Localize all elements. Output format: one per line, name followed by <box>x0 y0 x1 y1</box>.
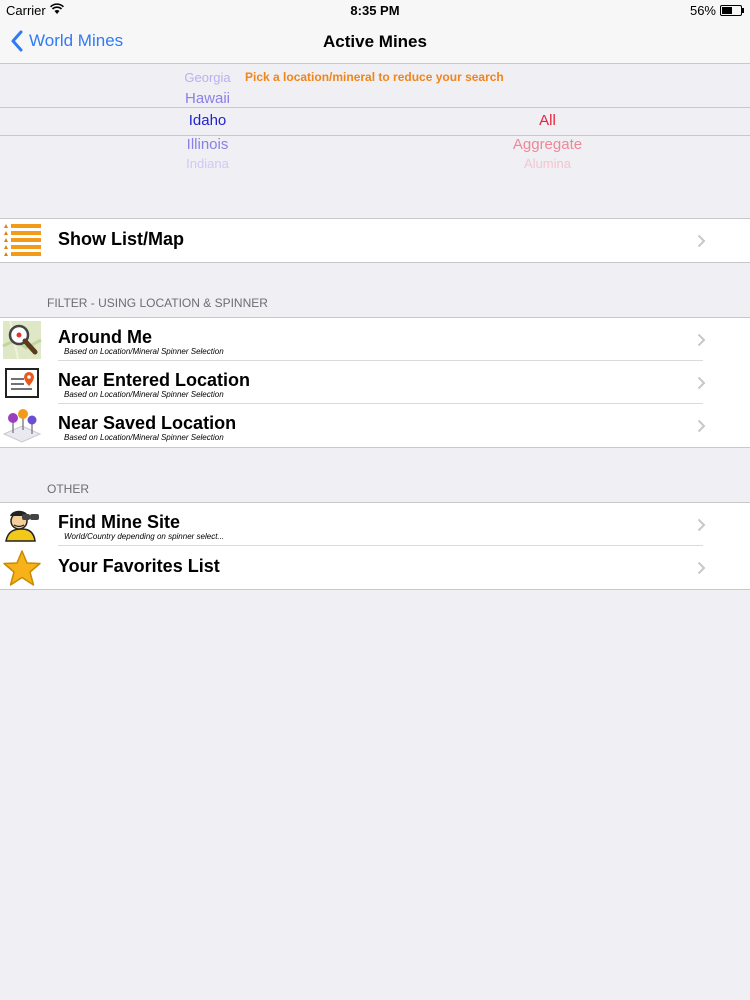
explorer-binoculars-icon <box>5 510 39 542</box>
other-group: Find Mine Site World/Country depending o… <box>0 502 750 590</box>
around-me-cell[interactable]: Around Me Based on Location/Mineral Spin… <box>0 318 750 361</box>
battery-percentage: 56% <box>689 3 716 18</box>
show-list-group: Show List/Map <box>0 218 750 263</box>
status-bar: Carrier 8:35 PM 56% <box>0 0 750 20</box>
mineral-option[interactable]: Aggregate <box>470 136 625 153</box>
chevron-right-icon <box>697 419 706 433</box>
mineral-option[interactable]: Alumina <box>470 156 625 171</box>
around-me-label: Around Me <box>58 327 152 347</box>
favorites-list-cell[interactable]: Your Favorites List <box>0 546 750 589</box>
location-option-selected[interactable]: Idaho <box>130 112 285 129</box>
near-saved-location-subtitle: Based on Location/Mineral Spinner Select… <box>64 433 224 442</box>
saved-pins-icon <box>2 409 42 443</box>
find-mine-site-label: Find Mine Site <box>58 512 181 532</box>
chevron-right-icon <box>697 234 706 248</box>
picker-hint: Pick a location/mineral to reduce your s… <box>245 70 504 84</box>
show-list-map-label: Show List/Map <box>58 229 184 249</box>
navigation-bar: World Mines Active Mines <box>0 20 750 64</box>
picker-selection-band <box>0 107 750 136</box>
battery-icon <box>720 5 744 16</box>
near-saved-location-cell[interactable]: Near Saved Location Based on Location/Mi… <box>0 404 750 447</box>
chevron-right-icon <box>697 376 706 390</box>
location-option[interactable]: Indiana <box>130 156 285 171</box>
favorites-list-label: Your Favorites List <box>58 556 220 576</box>
chevron-right-icon <box>697 561 706 575</box>
mineral-option-selected[interactable]: All <box>470 112 625 129</box>
find-mine-site-subtitle: World/Country depending on spinner selec… <box>64 532 225 541</box>
show-list-map-cell[interactable]: Show List/Map <box>0 219 750 262</box>
filter-section-header: FILTER - USING LOCATION & SPINNER <box>47 296 268 310</box>
map-pin-card-icon <box>5 368 39 398</box>
clock: 8:35 PM <box>350 3 400 18</box>
other-section-header: OTHER <box>47 482 89 496</box>
location-mineral-picker[interactable]: Georgia Hawaii Idaho Illinois Indiana Al… <box>0 64 750 174</box>
near-saved-location-label: Near Saved Location <box>58 413 237 433</box>
location-option[interactable]: Illinois <box>130 136 285 153</box>
star-icon <box>3 550 41 586</box>
magnifier-map-icon <box>2 320 42 360</box>
chevron-right-icon <box>697 333 706 347</box>
list-icon <box>4 224 41 256</box>
page-title: Active Mines <box>323 32 427 51</box>
near-entered-location-subtitle: Based on Location/Mineral Spinner Select… <box>64 390 224 399</box>
near-entered-location-cell[interactable]: Near Entered Location Based on Location/… <box>0 361 750 404</box>
location-option[interactable]: Hawaii <box>130 90 285 107</box>
around-me-subtitle: Based on Location/Mineral Spinner Select… <box>64 347 224 356</box>
near-entered-location-label: Near Entered Location <box>58 370 251 390</box>
filter-group: Around Me Based on Location/Mineral Spin… <box>0 317 750 448</box>
chevron-right-icon <box>697 518 706 532</box>
find-mine-site-cell[interactable]: Find Mine Site World/Country depending o… <box>0 503 750 546</box>
